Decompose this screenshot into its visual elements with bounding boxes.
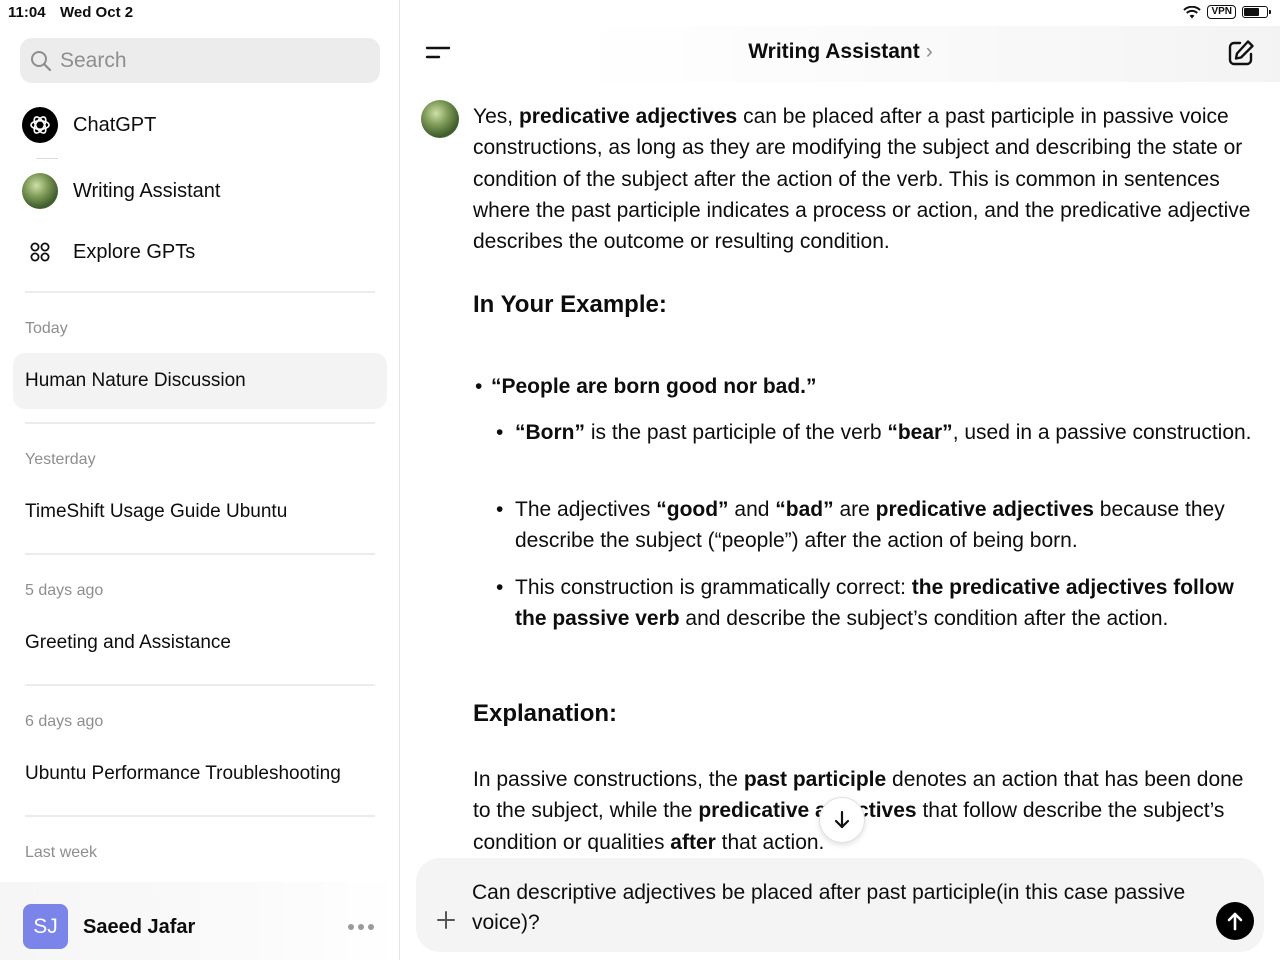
page-title: Writing Assistant [748,40,920,63]
divider [25,684,375,686]
search-input[interactable] [58,47,362,74]
section-label-yesterday: Yesterday [25,451,96,468]
chat-title-button[interactable]: Writing Assistant › [401,40,1280,64]
wifi-icon [1183,5,1202,18]
message-composer[interactable]: Can descriptive adjectives be placed aft… [416,858,1264,952]
nav-label: Explore GPTs [73,240,196,263]
nav-label: Writing Assistant [73,179,221,202]
section-label-6-days: 6 days ago [25,713,104,730]
new-chat-icon[interactable] [1226,38,1256,68]
chat-title: TimeShift Usage Guide Ubuntu [25,501,288,522]
status-bar: 11:04 Wed Oct 2 VPN [0,0,1280,26]
status-time: 11:04 [8,4,46,21]
chat-item-human-nature[interactable]: Human Nature Discussion [13,353,387,409]
divider [36,158,58,159]
message-input[interactable]: Can descriptive adjectives be placed aft… [472,878,1212,938]
divider [25,815,375,817]
nav-label: ChatGPT [73,113,157,136]
vpn-badge: VPN [1207,5,1236,19]
heading-example: In Your Example: [473,291,667,318]
top-bar: Writing Assistant › [401,26,1280,82]
chat-title: Human Nature Discussion [25,370,246,391]
grid-icon [22,234,58,270]
divider [25,422,375,424]
list-item: • The adjectives “good” and “bad” are pr… [496,498,1225,553]
section-label-5-days: 5 days ago [25,582,104,599]
scroll-down-button[interactable] [819,797,865,843]
main-panel: Writing Assistant › Yes, predicative adje… [401,0,1280,960]
chat-item-ubuntu-performance[interactable]: Ubuntu Performance Troubleshooting [13,746,387,802]
avatar[interactable]: SJ [23,904,68,949]
divider [25,291,375,293]
plus-icon[interactable] [436,910,456,930]
battery-icon [1242,6,1271,18]
assistant-avatar [421,100,459,138]
section-label-today: Today [25,320,68,337]
chat-item-timeshift[interactable]: TimeShift Usage Guide Ubuntu [13,484,387,540]
nav-item-writing-assistant[interactable]: Writing Assistant [22,173,220,209]
nav-item-chatgpt[interactable]: ChatGPT [22,107,156,143]
list-item: • This construction is grammatically cor… [496,576,1234,631]
chat-item-greeting[interactable]: Greeting and Assistance [13,615,387,671]
battery-level [1244,8,1259,16]
arrow-down-icon [834,810,850,829]
send-button[interactable] [1216,902,1254,940]
profile-name: Saeed Jafar [83,916,196,938]
chevron-right-icon: › [925,40,933,63]
section-label-last-week: Last week [25,844,98,861]
chat-title: Ubuntu Performance Troubleshooting [25,763,341,784]
sidebar: ChatGPT Writing Assistant Explore GPTs T… [0,0,400,960]
assistant-message-intro: Yes, predicative adjectives can be place… [473,105,1251,254]
heading-explanation: Explanation: [473,700,618,727]
search-icon [31,50,52,71]
explanation-paragraph: In passive constructions, the past parti… [473,768,1244,852]
divider [25,553,375,555]
profile-bar[interactable]: SJ Saeed Jafar [0,882,399,960]
more-options-icon[interactable] [348,924,374,930]
status-indicators: VPN [1183,5,1271,19]
writing-assistant-avatar [22,173,58,209]
list-item: • “Born” is the past participle of the v… [496,421,1252,444]
search-bar[interactable] [20,38,380,83]
chat-title: Greeting and Assistance [25,632,231,653]
status-date: Wed Oct 2 [60,4,134,21]
chatgpt-logo-icon [22,107,58,143]
arrow-up-icon [1227,912,1243,931]
nav-item-explore-gpts[interactable]: Explore GPTs [22,234,195,270]
